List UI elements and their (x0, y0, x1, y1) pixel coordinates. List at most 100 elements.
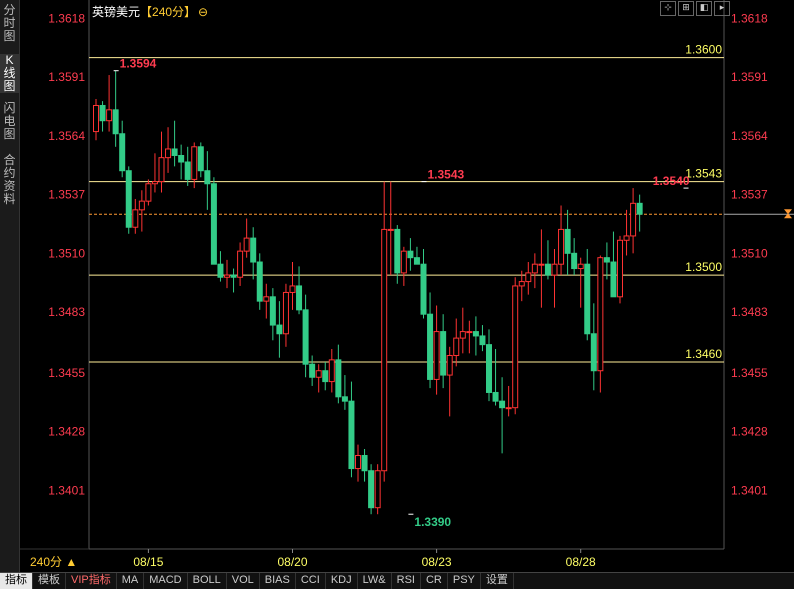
candle-body (179, 155, 184, 162)
candle-body (604, 258, 609, 262)
candle-body (369, 471, 374, 508)
next-icon[interactable]: ▸ (714, 1, 730, 16)
candle-body (447, 356, 452, 376)
symbol-name: 英镑美元 (92, 5, 140, 19)
nav-tab-1[interactable]: K线图 (0, 54, 19, 93)
candle-body (251, 238, 256, 262)
indicator-tab-1[interactable]: 模板 (33, 573, 66, 589)
indicator-tab-6[interactable]: VOL (227, 573, 260, 589)
candle-body (290, 286, 295, 293)
candle-body (205, 171, 210, 184)
candle-body (421, 264, 426, 314)
nav-tab-0[interactable]: 分时图 (0, 4, 19, 43)
candle-body (166, 149, 171, 158)
candle-body (487, 345, 492, 393)
indicator-bar: 指标模板VIP指标MAMACDBOLLVOLBIASCCIKDJLW&RSICR… (0, 572, 794, 589)
candle-body (408, 251, 413, 258)
candle-body (323, 371, 328, 382)
nav-tab-2[interactable]: 闪电图 (0, 102, 19, 141)
indicator-tab-12[interactable]: CR (421, 573, 448, 589)
candle-body (159, 158, 164, 182)
indicator-tab-14[interactable]: 设置 (481, 573, 514, 589)
prev-icon[interactable]: ◧ (696, 1, 712, 16)
y-tick-label-left: 1.3537 (48, 188, 85, 202)
candle-body (454, 338, 459, 355)
candle-body (336, 360, 341, 397)
indicator-tab-9[interactable]: KDJ (326, 573, 358, 589)
candle-body (382, 229, 387, 470)
candle-body (283, 292, 288, 333)
candle-body (375, 471, 380, 508)
chart-title: 英镑美元【240分】⊖ (92, 3, 208, 20)
indicator-tab-3[interactable]: MA (117, 573, 145, 589)
candle-body (139, 201, 144, 210)
annotation-label: 1.3540 (653, 174, 690, 188)
candle-body (493, 392, 498, 401)
candle-body (356, 456, 361, 469)
indicator-tab-7[interactable]: BIAS (260, 573, 296, 589)
candle-body (585, 264, 590, 334)
nav-tab-3[interactable]: 合约资料 (0, 154, 19, 206)
candle-body (270, 297, 275, 325)
candle-body (428, 314, 433, 379)
candle-body (185, 162, 190, 179)
candle-body (395, 229, 400, 272)
indicator-tab-5[interactable]: BOLL (188, 573, 227, 589)
period-selector[interactable]: 240分 ▲ (20, 554, 89, 570)
y-tick-label-right: 1.3455 (731, 366, 768, 380)
candle-body (460, 332, 465, 339)
indicator-tab-8[interactable]: CCI (296, 573, 326, 589)
settings-icon[interactable]: ⊖ (198, 5, 208, 19)
zoom-icon[interactable]: ⊞ (678, 1, 694, 16)
y-tick-label-right: 1.3618 (731, 12, 768, 26)
left-nav: 分时图 K线图闪电图合约资料 (0, 0, 20, 572)
candle-body (310, 364, 315, 377)
candle-body (120, 134, 125, 171)
indicator-tab-0[interactable]: 指标 (0, 573, 33, 589)
candle-body (473, 332, 478, 336)
candle-body (362, 456, 367, 471)
candle-body (225, 275, 230, 277)
candle-body (133, 210, 138, 227)
y-tick-label-right: 1.3483 (731, 305, 768, 319)
candle-body (152, 182, 157, 184)
indicator-tab-2[interactable]: VIP指标 (66, 573, 117, 589)
candle-body (198, 147, 203, 171)
candle-body (611, 262, 616, 297)
indicator-tab-10[interactable]: LW& (358, 573, 392, 589)
candle-body (559, 229, 564, 264)
candle-body (388, 229, 393, 230)
candle-body (401, 251, 406, 273)
level-label: 1.3460 (685, 347, 722, 361)
indicator-tab-11[interactable]: RSI (392, 573, 421, 589)
candle-body (467, 332, 472, 333)
candle-body (552, 264, 557, 275)
candle-body (277, 325, 282, 334)
indicator-tab-13[interactable]: PSY (448, 573, 481, 589)
indicator-tab-4[interactable]: MACD (144, 573, 187, 589)
candle-body (539, 264, 544, 265)
y-tick-label-right: 1.3564 (731, 129, 768, 143)
x-date-label: 08/15 (133, 555, 163, 569)
y-tick-label-left: 1.3510 (48, 246, 85, 260)
candle-body (414, 258, 419, 265)
candle-body (513, 286, 518, 408)
candle-body (565, 229, 570, 253)
candle-body (257, 262, 262, 301)
candle-body (238, 251, 243, 277)
candle-body (572, 253, 577, 268)
level-label: 1.3500 (685, 260, 722, 274)
annotation-label: 1.3543 (428, 168, 465, 182)
y-tick-label-left: 1.3564 (48, 129, 85, 143)
period-label: 【240分】 (140, 5, 196, 19)
crosshair-icon[interactable]: ⊹ (660, 1, 676, 16)
candle-body (303, 310, 308, 364)
candlestick-chart[interactable]: 1.36181.36181.35911.35911.35641.35641.35… (0, 0, 794, 572)
annotation-label: 1.3390 (414, 515, 451, 529)
candle-body (100, 105, 105, 120)
candle-body (126, 171, 131, 228)
candle-body (618, 240, 623, 297)
candle-body (598, 258, 603, 371)
candle-body (480, 336, 485, 345)
candle-body (349, 401, 354, 468)
